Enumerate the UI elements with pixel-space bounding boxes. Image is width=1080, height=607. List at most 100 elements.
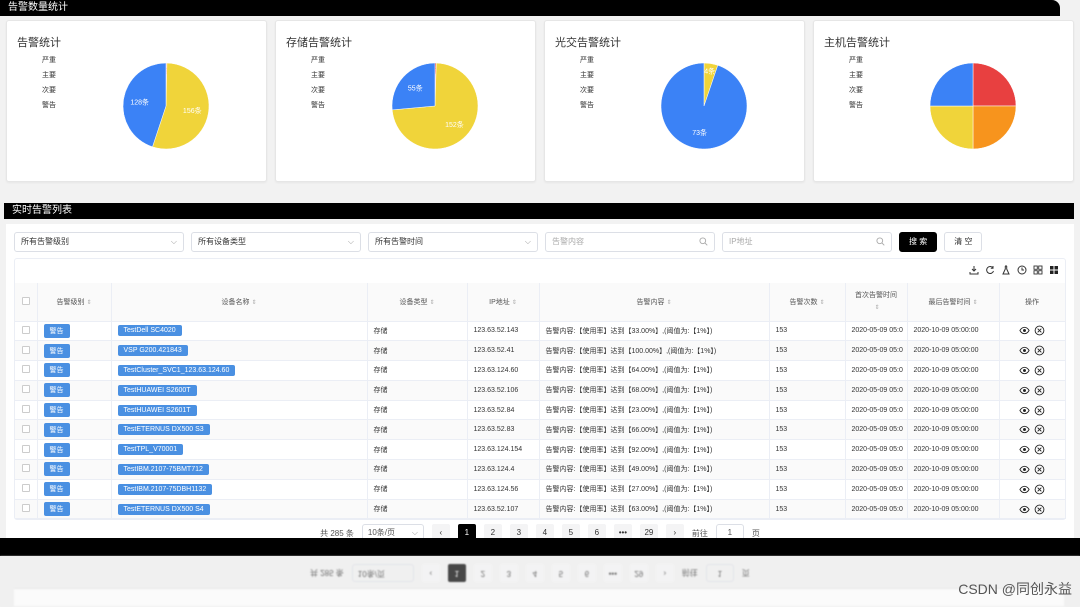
grid-filled-icon[interactable] (1049, 265, 1059, 275)
header-last-time[interactable]: 最后告警时间 ⇕ (907, 283, 1000, 322)
download-icon[interactable] (969, 265, 979, 275)
device-name-link[interactable]: TestHUAWEI S2601T (117, 404, 197, 416)
close-circle-icon[interactable] (1034, 365, 1045, 376)
select-all-checkbox[interactable] (21, 296, 30, 305)
row-checkbox[interactable] (21, 444, 30, 453)
device-name-link[interactable]: TestHUAWEI S2600T (117, 384, 197, 396)
header-type[interactable]: 设备类型 ⇕ (367, 283, 468, 322)
close-circle-icon[interactable] (1034, 405, 1045, 416)
eye-icon[interactable] (1019, 365, 1030, 376)
device-name-link[interactable]: TestDell SC4020 (117, 325, 182, 337)
legend-item-minor[interactable]: 次要 (21, 82, 56, 97)
legend-item-warning[interactable]: 警告 (21, 97, 56, 112)
legend-item-major[interactable]: 主要 (559, 67, 594, 82)
device-name-link[interactable]: VSP G200.421843 (117, 345, 188, 357)
table-row[interactable]: 警告 TestETERNUS DX500 S4 存储 123.63.52.107… (15, 499, 1066, 520)
close-circle-icon[interactable] (1034, 484, 1045, 495)
eye-icon[interactable] (1019, 345, 1030, 356)
device-cell: TestIBM.2107-75BMT712 (111, 459, 368, 480)
row-checkbox[interactable] (21, 484, 30, 493)
table-row[interactable]: 警告 TestIBM.2107-75BMT712 存储 123.63.124.4… (15, 459, 1066, 480)
grid-outline-icon[interactable] (1033, 265, 1043, 275)
header-content[interactable]: 告警内容 ⇕ (539, 283, 770, 322)
legend-item-major[interactable]: 主要 (21, 67, 56, 82)
row-checkbox-cell (15, 400, 38, 421)
eye-icon[interactable] (1019, 444, 1030, 455)
level-select[interactable]: 所有告警级别 ⌵ (14, 232, 184, 252)
table-row[interactable]: 警告 TestTPL_V70001 存储 123.63.124.154 告警内容… (15, 439, 1066, 461)
close-circle-icon[interactable] (1034, 345, 1045, 356)
row-checkbox[interactable] (21, 385, 30, 394)
refresh-icon[interactable] (985, 265, 995, 275)
flask-icon[interactable] (1001, 265, 1011, 275)
close-circle-icon[interactable] (1034, 385, 1045, 396)
table-row[interactable]: 警告 TestDell SC4020 存储 123.63.52.143 告警内容… (15, 321, 1066, 342)
legend-item-warning[interactable]: 警告 (559, 97, 594, 112)
legend-item-major[interactable]: 主要 (290, 67, 325, 82)
table-row[interactable]: 警告 TestHUAWEI S2601T 存储 123.63.52.84 告警内… (15, 400, 1066, 421)
header-device[interactable]: 设备名称 ⇕ (111, 283, 368, 322)
close-circle-icon[interactable] (1034, 504, 1045, 515)
device-name-link[interactable]: TestETERNUS DX500 S3 (117, 424, 210, 436)
table-row[interactable]: 警告 VSP G200.421843 存储 123.63.52.41 告警内容:… (15, 340, 1066, 362)
close-circle-icon[interactable] (1034, 464, 1045, 475)
first-time-cell: 2020-05-09 05:0 (845, 419, 908, 441)
page-suffix: 页 (751, 528, 760, 538)
legend-swatch (290, 101, 306, 109)
close-circle-icon[interactable] (1034, 325, 1045, 336)
eye-icon[interactable] (1019, 504, 1030, 515)
table-header-row: 告警级别 ⇕ 设备名称 ⇕ 设备类型 ⇕ IP地址 ⇕ 告警内容 ⇕ 告警次数 ⇕ 首次告警… (15, 283, 1066, 322)
content-input[interactable]: 告警内容 (545, 232, 715, 252)
legend-item-critical[interactable]: 严重 (828, 52, 863, 67)
table-row[interactable]: 警告 TestETERNUS DX500 S3 存储 123.63.52.83 … (15, 419, 1066, 441)
device-name-link[interactable]: TestCluster_SVC1_123.63.124.60 (117, 364, 236, 376)
row-checkbox[interactable] (21, 504, 30, 513)
legend-item-minor[interactable]: 次要 (828, 82, 863, 97)
search-button[interactable]: 搜 索 (899, 232, 938, 252)
device-name-link[interactable]: TestIBM.2107-75BMT712 (117, 463, 209, 475)
legend-item-major[interactable]: 主要 (828, 67, 863, 82)
eye-icon[interactable] (1019, 405, 1030, 416)
eye-icon[interactable] (1019, 325, 1030, 336)
header-first-time[interactable]: 首次告警时间 ⇕ (845, 283, 908, 322)
device-name-link[interactable]: TestIBM.2107-75DBH1132 (117, 483, 213, 495)
goto-label: 前往 (691, 528, 708, 538)
header-ip[interactable]: IP地址 ⇕ (467, 283, 540, 322)
legend-item-critical[interactable]: 严重 (559, 52, 594, 67)
close-circle-icon[interactable] (1034, 444, 1045, 455)
device-type-select[interactable]: 所有设备类型 ⌵ (191, 232, 361, 252)
legend-swatch (290, 86, 306, 94)
table-row[interactable]: 警告 TestHUAWEI S2600T 存储 123.63.52.106 告警… (15, 380, 1066, 401)
header-level[interactable]: 告警级别 ⇕ (37, 283, 112, 322)
row-checkbox[interactable] (21, 325, 30, 334)
legend-item-minor[interactable]: 次要 (559, 82, 594, 97)
table-row[interactable]: 警告 TestIBM.2107-75DBH1132 存储 123.63.124.… (15, 479, 1066, 500)
table-row[interactable]: 警告 TestCluster_SVC1_123.63.124.60 存储 123… (15, 360, 1066, 381)
close-circle-icon[interactable] (1034, 424, 1045, 435)
device-name-link[interactable]: TestETERNUS DX500 S4 (117, 503, 210, 515)
ip-input[interactable]: IP地址 (722, 232, 892, 252)
row-checkbox[interactable] (21, 464, 30, 473)
clock-icon[interactable] (1017, 265, 1027, 275)
pie-slice-warning[interactable] (929, 62, 974, 107)
row-checkbox[interactable] (21, 405, 30, 414)
device-name-link[interactable]: TestTPL_V70001 (117, 444, 184, 456)
eye-icon[interactable] (1019, 464, 1030, 475)
time-select[interactable]: 所有告警时间 ⌵ (368, 232, 538, 252)
legend-item-warning[interactable]: 警告 (828, 97, 863, 112)
eye-icon[interactable] (1019, 484, 1030, 495)
legend-item-minor[interactable]: 次要 (290, 82, 325, 97)
legend-item-critical[interactable]: 严重 (21, 52, 56, 67)
pie-slice-major[interactable] (972, 105, 1017, 150)
pie-slice-minor[interactable] (929, 105, 974, 150)
pie-slice-critical[interactable] (972, 62, 1017, 107)
row-checkbox[interactable] (21, 424, 30, 433)
legend-item-critical[interactable]: 严重 (290, 52, 325, 67)
row-checkbox[interactable] (21, 365, 30, 374)
header-count[interactable]: 告警次数 ⇕ (769, 283, 846, 322)
row-checkbox[interactable] (21, 345, 30, 354)
eye-icon[interactable] (1019, 424, 1030, 435)
eye-icon[interactable] (1019, 385, 1030, 396)
clear-button[interactable]: 清 空 (944, 232, 983, 252)
legend-item-warning[interactable]: 警告 (290, 97, 325, 112)
